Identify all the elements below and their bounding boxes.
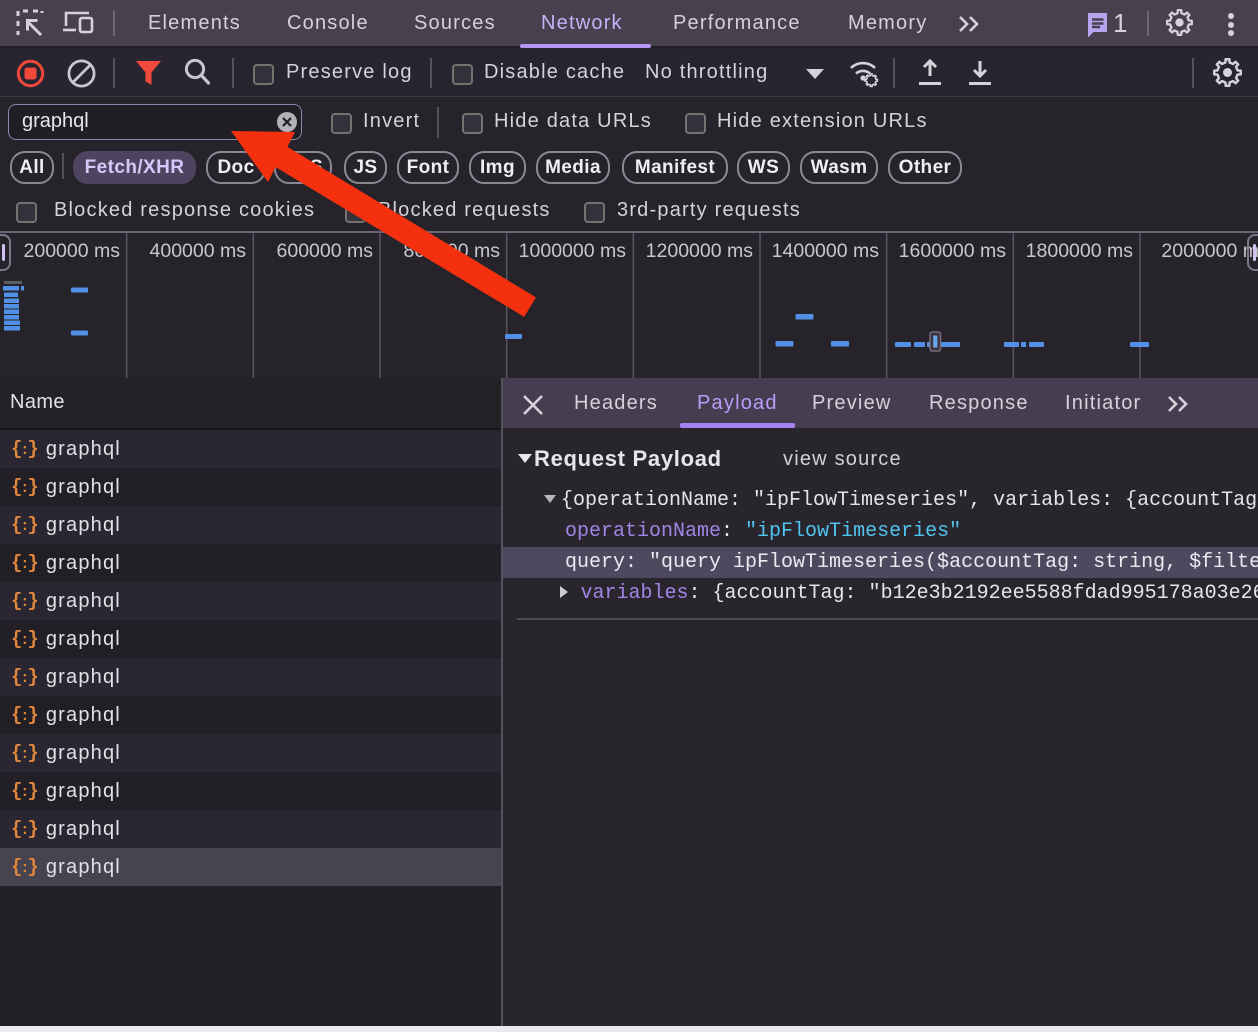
svg-text:1000000 ms: 1000000 ms xyxy=(519,240,627,262)
svg-text:400000 ms: 400000 ms xyxy=(150,240,247,262)
svg-text:1800000 ms: 1800000 ms xyxy=(1026,240,1134,262)
svg-text:2000000 m: 2000000 m xyxy=(1161,240,1258,262)
svg-text:1600000 ms: 1600000 ms xyxy=(899,240,1007,262)
svg-text:1200000 ms: 1200000 ms xyxy=(646,240,754,262)
svg-text:800000 ms: 800000 ms xyxy=(404,240,501,262)
svg-text:200000 ms: 200000 ms xyxy=(24,240,121,262)
svg-text:600000 ms: 600000 ms xyxy=(277,240,374,262)
svg-text:1400000 ms: 1400000 ms xyxy=(772,240,880,262)
